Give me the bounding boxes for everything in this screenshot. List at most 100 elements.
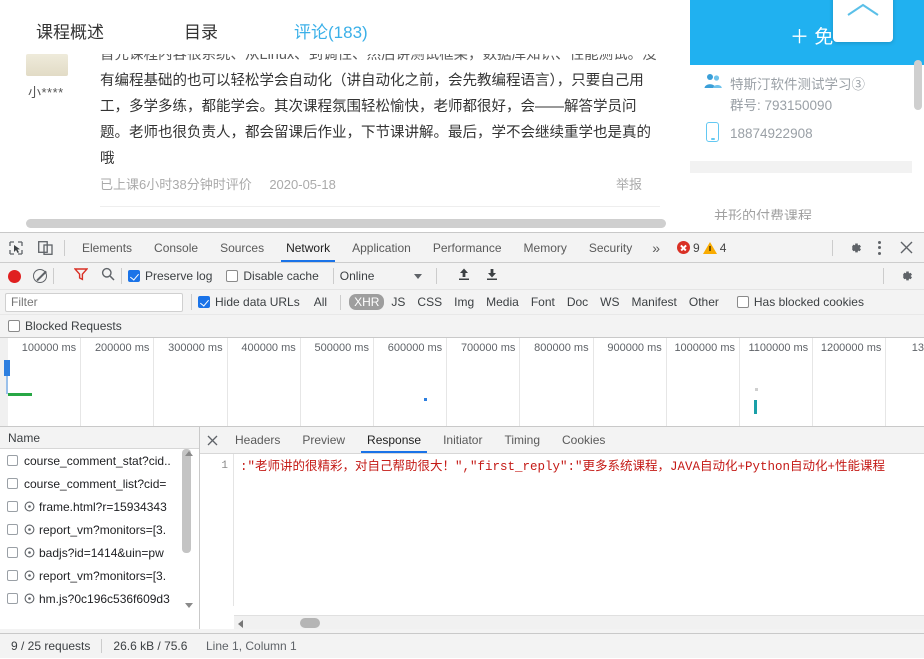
filter-type-media[interactable]: Media — [481, 294, 524, 310]
disable-cache-checkbox-box[interactable] — [226, 270, 239, 282]
blocked-requests-checkbox-box[interactable] — [8, 320, 20, 332]
tab-console[interactable]: Console — [143, 233, 209, 262]
hide-data-urls-checkbox-box[interactable] — [198, 296, 210, 308]
response-body-viewer[interactable]: 1 :"老师讲的很精彩，对自己帮助很大！","first_reply":"更多系… — [200, 454, 924, 629]
detail-tab-response[interactable]: Response — [356, 427, 432, 453]
filter-type-css[interactable]: CSS — [412, 294, 447, 310]
tab-catalog[interactable]: 目录 — [184, 18, 218, 43]
filter-type-font[interactable]: Font — [526, 294, 560, 310]
hide-data-urls-checkbox[interactable]: Hide data URLs — [198, 295, 300, 309]
tab-network[interactable]: Network — [275, 233, 341, 262]
tab-comments[interactable]: 评论(183) — [294, 18, 368, 43]
request-list-row[interactable]: report_vm?monitors=[3. — [0, 564, 199, 587]
filter-type-doc[interactable]: Doc — [562, 294, 593, 310]
request-row-checkbox[interactable] — [7, 501, 18, 512]
settings-button[interactable] — [842, 235, 868, 261]
more-panels-button[interactable]: » — [643, 240, 669, 256]
request-row-checkbox[interactable] — [7, 478, 18, 489]
network-request-list[interactable]: Name course_comment_stat?cid.. course_com… — [0, 427, 200, 629]
detail-tab-timing[interactable]: Timing — [493, 427, 551, 453]
related-courses-title: 并形的付费课程 — [714, 208, 812, 224]
tab-elements[interactable]: Elements — [71, 233, 143, 262]
network-toolbar-right — [877, 263, 924, 289]
more-options-button[interactable] — [868, 236, 890, 260]
tab-application[interactable]: Application — [341, 233, 422, 262]
search-button[interactable] — [101, 267, 115, 286]
request-list-row[interactable]: report_vm?monitors=[3. — [0, 518, 199, 541]
import-har-button[interactable] — [457, 267, 471, 286]
filter-type-img[interactable]: Img — [449, 294, 479, 310]
filter-type-all[interactable]: All — [309, 294, 332, 310]
report-link[interactable]: 举报 — [616, 174, 642, 193]
filter-type-js[interactable]: JS — [386, 294, 410, 310]
page-vertical-scrollbar[interactable] — [914, 60, 922, 110]
overview-tick-label: 400000 ms — [241, 342, 296, 354]
request-row-checkbox[interactable] — [7, 455, 18, 466]
filter-type-manifest[interactable]: Manifest — [627, 294, 682, 310]
issues-badges[interactable]: 9 4 — [677, 241, 726, 255]
line-number: 1 — [221, 460, 228, 472]
column-header-name[interactable]: Name — [0, 427, 199, 449]
record-network-log-button[interactable] — [8, 269, 21, 283]
request-list-scrollbar[interactable] — [182, 449, 191, 553]
request-row-checkbox[interactable] — [7, 524, 18, 535]
request-list-row[interactable]: hm.js?0c196c536f609d3 — [0, 587, 199, 610]
preserve-log-checkbox[interactable]: Preserve log — [128, 269, 212, 283]
toggle-device-toolbar-button[interactable] — [32, 235, 58, 261]
export-har-button[interactable] — [485, 267, 499, 286]
filter-type-other[interactable]: Other — [684, 294, 724, 310]
collapse-panel-button[interactable] — [833, 0, 893, 42]
overview-tick-label: 700000 ms — [460, 342, 516, 354]
filter-button[interactable] — [73, 267, 89, 286]
request-list-row[interactable]: course_comment_stat?cid.. — [0, 449, 199, 472]
request-list-row[interactable]: course_comment_list?cid= — [0, 472, 199, 495]
script-resource-icon — [24, 501, 35, 512]
request-row-checkbox[interactable] — [7, 570, 18, 581]
detail-tab-preview[interactable]: Preview — [291, 427, 356, 453]
detail-tab-cookies[interactable]: Cookies — [551, 427, 616, 453]
preserve-log-label: Preserve log — [145, 269, 213, 283]
detail-tab-initiator[interactable]: Initiator — [432, 427, 493, 453]
blocked-requests-checkbox[interactable]: Blocked Requests — [8, 319, 122, 333]
preserve-log-checkbox-box[interactable] — [128, 270, 140, 282]
detail-tab-headers[interactable]: Headers — [224, 427, 291, 453]
disable-cache-checkbox[interactable]: Disable cache — [226, 269, 319, 283]
request-row-name: hm.js?0c196c536f609d3 — [39, 591, 170, 606]
request-row-checkbox[interactable] — [7, 547, 18, 558]
overview-tick-label: 900000 ms — [607, 342, 662, 354]
filter-input[interactable] — [5, 292, 183, 312]
tab-course-overview[interactable]: 课程概述 — [36, 18, 104, 43]
network-settings-button[interactable] — [893, 263, 919, 289]
inspect-element-button[interactable] — [3, 235, 29, 261]
scroll-down-arrow-icon[interactable] — [185, 603, 193, 608]
page-horizontal-scrollbar[interactable] — [26, 219, 666, 228]
has-blocked-cookies-checkbox-box[interactable] — [736, 296, 749, 308]
request-row-checkbox[interactable] — [7, 593, 18, 604]
overview-tick-label: 600000 ms — [387, 342, 443, 354]
close-detail-pane-button[interactable] — [200, 427, 224, 453]
comment-duration: 已上课6小时38分钟时评价 — [100, 177, 252, 192]
tab-memory[interactable]: Memory — [513, 233, 578, 262]
response-horizontal-scrollbar[interactable] — [234, 615, 924, 629]
request-list-row[interactable]: badjs?id=1414&uin=pw — [0, 541, 199, 564]
scroll-up-arrow-icon[interactable] — [185, 451, 193, 456]
response-body-text: :"老师讲的很精彩，对自己帮助很大！","first_reply":"更多系统课… — [240, 460, 886, 474]
request-list-row[interactable]: frame.html?r=15934343 — [0, 495, 199, 518]
filter-type-ws[interactable]: WS — [595, 294, 624, 310]
has-blocked-cookies-checkbox[interactable]: Has blocked cookies — [736, 295, 864, 309]
tab-security[interactable]: Security — [578, 233, 643, 262]
free-trial-label: ＋ 免 — [790, 27, 834, 48]
scroll-left-arrow-icon[interactable] — [238, 620, 243, 628]
network-toolbar: Preserve log Disable cache Online — [0, 263, 924, 290]
tab-sources[interactable]: Sources — [209, 233, 275, 262]
network-overview-timeline[interactable]: 100000 ms 200000 ms 300000 ms 400000 ms 5000… — [0, 338, 924, 427]
clear-network-log-button[interactable] — [33, 269, 47, 283]
throttling-dropdown[interactable]: Online — [340, 269, 423, 283]
response-scrollbar-thumb[interactable] — [300, 618, 320, 628]
phone-icon — [706, 122, 719, 142]
close-devtools-button[interactable] — [893, 235, 919, 261]
search-icon — [101, 267, 115, 281]
tab-performance[interactable]: Performance — [422, 233, 513, 262]
overview-tick: 200000 ms — [81, 338, 155, 426]
filter-type-xhr[interactable]: XHR — [349, 294, 385, 310]
